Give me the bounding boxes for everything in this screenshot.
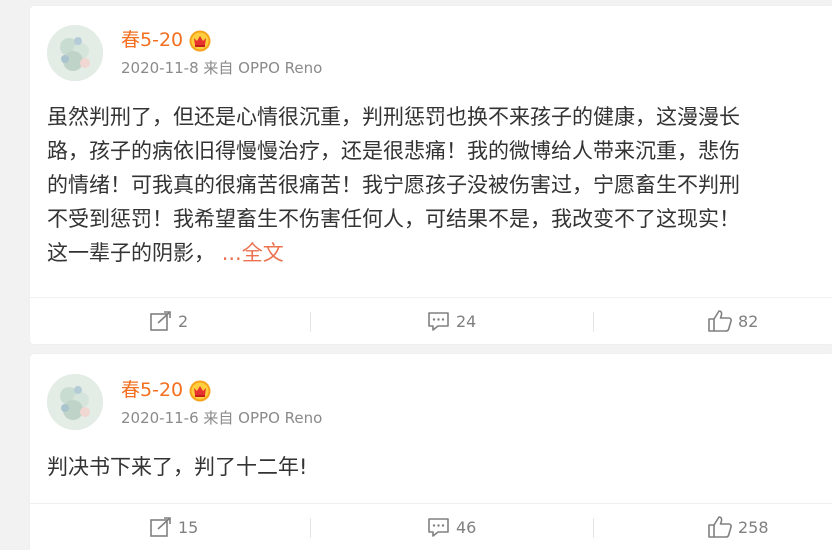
avatar[interactable] — [47, 374, 103, 430]
repost-button[interactable]: 15 — [149, 504, 198, 550]
crown-badge-icon[interactable] — [189, 380, 211, 402]
content-line: 不受到惩罚！我希望畜生不伤害任何人，可结果不是，我改变不了这现实！ — [47, 207, 740, 231]
action-bar: 2 24 82 — [30, 297, 832, 344]
repost-button[interactable]: 2 — [149, 298, 188, 344]
content-line: 判决书下来了，判了十二年! — [47, 455, 308, 479]
weibo-post-card: 春5-20 2020-11-8 来自 OPPO Reno 虽然判刑了，但还是心情… — [30, 6, 832, 344]
like-count: 82 — [738, 311, 759, 331]
avatar[interactable] — [47, 25, 103, 81]
comment-count: 46 — [456, 517, 477, 537]
comment-button[interactable]: 24 — [427, 298, 476, 344]
username-link[interactable]: 春5-20 — [121, 29, 183, 51]
like-button[interactable]: 82 — [707, 298, 758, 344]
comment-count: 24 — [456, 311, 477, 331]
like-button[interactable]: 258 — [707, 504, 769, 550]
username-link[interactable]: 春5-20 — [121, 379, 183, 401]
thumb-up-icon — [708, 516, 732, 538]
repost-icon — [150, 311, 171, 331]
like-count: 258 — [738, 517, 769, 537]
comment-icon — [428, 312, 449, 331]
post-meta: 2020-11-6 来自 OPPO Reno — [121, 409, 323, 427]
content-line: 这一辈子的阴影， — [47, 241, 215, 265]
post-content: 虽然判刑了，但还是心情很沉重，判刑惩罚也换不来孩子的健康，这漫漫长 路，孩子的病… — [47, 100, 832, 270]
divider — [593, 312, 594, 332]
repost-icon — [150, 517, 171, 537]
content-line-last: 这一辈子的阴影， ...全文 — [47, 236, 832, 270]
content-line: 路，孩子的病依旧得慢慢治疗，还是很悲痛！我的微博给人带来沉重，悲伤 — [47, 139, 740, 163]
divider — [310, 518, 311, 538]
content-line: 的情绪！可我真的很痛苦很痛苦！我宁愿孩子没被伤害过，宁愿畜生不判刑 — [47, 173, 740, 197]
avatar-image-icon — [47, 25, 103, 81]
divider — [310, 312, 311, 332]
post-content: 判决书下来了，判了十二年! — [47, 450, 832, 484]
crown-badge-icon[interactable] — [189, 30, 211, 52]
post-meta: 2020-11-8 来自 OPPO Reno — [121, 59, 323, 77]
comment-button[interactable]: 46 — [427, 504, 476, 550]
comment-icon — [428, 518, 449, 537]
thumb-up-icon — [708, 310, 732, 332]
repost-count: 2 — [178, 311, 189, 331]
weibo-post-card: 春5-20 2020-11-6 来自 OPPO Reno 判决书下来了，判了十二… — [30, 354, 832, 550]
action-bar: 15 46 258 — [30, 503, 832, 550]
expand-full-text-link[interactable]: ...全文 — [222, 241, 284, 265]
divider — [593, 518, 594, 538]
content-line: 虽然判刑了，但还是心情很沉重，判刑惩罚也换不来孩子的健康，这漫漫长 — [47, 105, 740, 129]
avatar-image-icon — [47, 374, 103, 430]
repost-count: 15 — [178, 517, 199, 537]
